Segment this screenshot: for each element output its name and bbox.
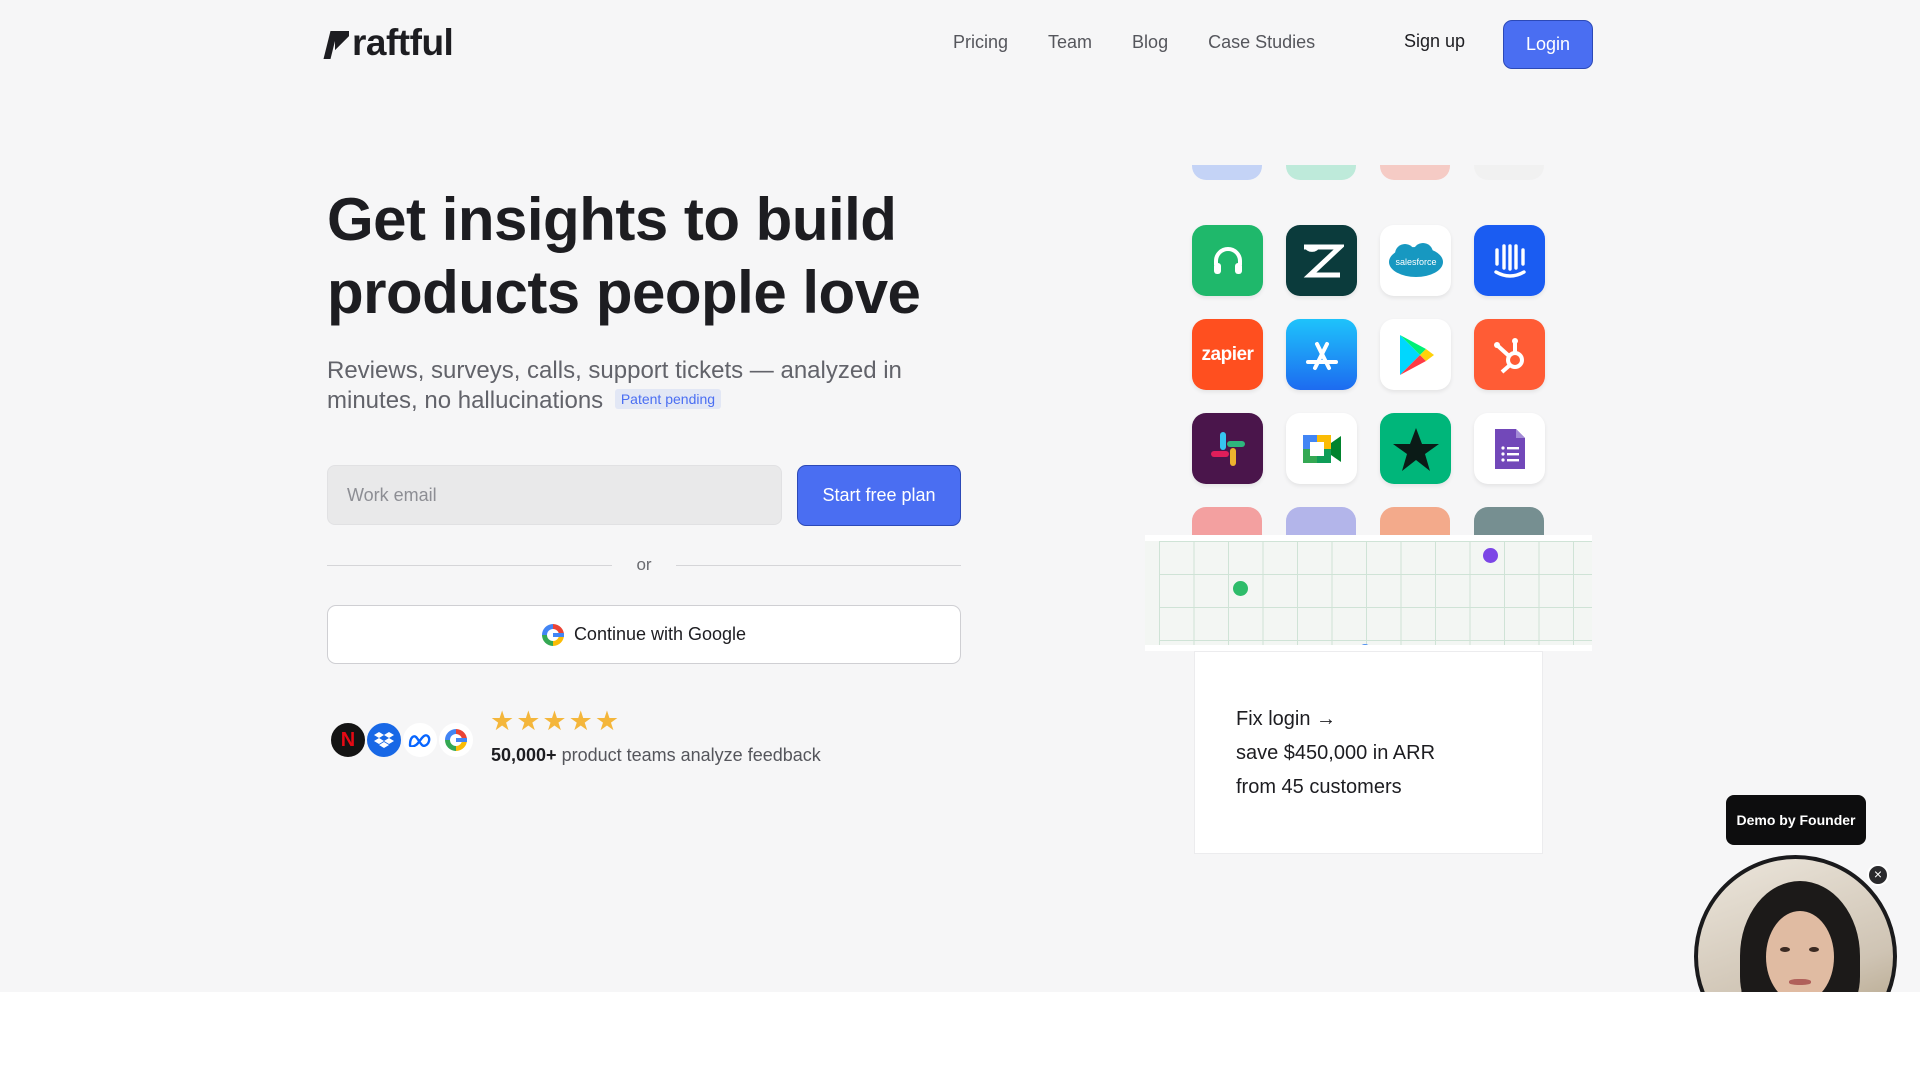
nav-link-pricing[interactable]: Pricing: [953, 32, 1008, 53]
or-divider: or: [327, 553, 961, 577]
google-g-icon: [445, 729, 467, 751]
insight-line-1: Fix login →: [1236, 708, 1337, 730]
signup-link[interactable]: Sign up: [1404, 31, 1465, 52]
google-forms-icon: [1474, 413, 1545, 484]
google-meet-icon: [1286, 413, 1357, 484]
integrations-grid: salesforce zapier: [1185, 165, 1605, 535]
google-logo-icon: [437, 721, 475, 759]
teams-label: product teams analyze feedback: [561, 745, 821, 765]
founder-mouth: [1789, 979, 1811, 985]
google-icon: [541, 623, 564, 646]
top-nav: raftful Pricing Team Blog Case Studies S…: [0, 0, 1920, 88]
headset-icon: [1192, 225, 1263, 296]
google-play-icon: [1380, 319, 1451, 390]
integration-ghost-tile: [1286, 507, 1356, 535]
nav-link-blog[interactable]: Blog: [1132, 32, 1168, 53]
meta-logo-icon: [401, 721, 439, 759]
continue-with-google-button[interactable]: Continue with Google: [327, 605, 961, 664]
zapier-logo-text: zapier: [1201, 343, 1254, 365]
feedback-scatter-grid: [1145, 535, 1592, 651]
slack-icon: [1192, 413, 1263, 484]
work-email-input[interactable]: [327, 465, 782, 525]
salesforce-logo-text: salesforce: [1395, 257, 1436, 267]
integration-ghost-tile: [1474, 507, 1544, 535]
insight-line-3: from 45 customers: [1236, 776, 1402, 798]
dropbox-logo-icon: [365, 721, 403, 759]
grid-lines: [1159, 541, 1592, 645]
zapier-icon: zapier: [1192, 319, 1263, 390]
purple-data-dot: [1483, 548, 1498, 563]
integration-ghost-tile: [1192, 165, 1262, 180]
founder-face: [1766, 911, 1834, 1003]
app-store-icon: [1286, 319, 1357, 390]
nav-link-team[interactable]: Team: [1048, 32, 1092, 53]
login-button[interactable]: Login: [1503, 20, 1593, 69]
close-video-icon[interactable]: ×: [1867, 864, 1889, 886]
nav-link-case-studies[interactable]: Case Studies: [1208, 32, 1315, 53]
insight-card: Fix login → save $450,000 in ARR from 45…: [1194, 651, 1543, 854]
trustpilot-icon: [1380, 413, 1451, 484]
salesforce-icon: salesforce: [1380, 225, 1451, 296]
nav-links: Pricing Team Blog Case Studies: [953, 32, 1315, 53]
teams-count: 50,000+: [491, 745, 557, 765]
insight-line-2: save $450,000 in ARR: [1236, 742, 1436, 764]
demo-by-founder-label[interactable]: Demo by Founder: [1726, 795, 1866, 845]
zendesk-icon: [1286, 225, 1357, 296]
k-logo-mark-icon: [327, 27, 351, 59]
founder-eye: [1780, 947, 1790, 952]
brand-name: raftful: [352, 22, 454, 63]
customer-logos: N: [329, 721, 475, 759]
hubspot-icon: [1474, 319, 1545, 390]
next-section-band: [0, 992, 1920, 1080]
hero-title: Get insights to build products people lo…: [327, 186, 921, 326]
google-button-label: Continue with Google: [573, 624, 747, 644]
patent-badge: Patent pending: [614, 389, 722, 409]
divider-line-right: [675, 564, 961, 566]
blue-data-dot: [1359, 644, 1371, 645]
start-free-plan-button[interactable]: Start free plan: [797, 465, 961, 526]
teams-count-text: 50,000+ product teams analyze feedback: [491, 745, 821, 766]
brand-logo[interactable]: raftful: [327, 22, 454, 64]
or-label: or: [636, 555, 652, 574]
founder-eye: [1809, 947, 1819, 952]
integration-ghost-tile: [1192, 507, 1262, 535]
hero-subtitle: Reviews, surveys, calls, support tickets…: [327, 356, 977, 416]
integration-ghost-tile: [1380, 165, 1450, 180]
integration-ghost-tile: [1380, 507, 1450, 535]
netflix-logo-icon: N: [329, 721, 367, 759]
green-data-dot: [1233, 581, 1248, 596]
rating-stars-icon: ★★★★★: [490, 706, 622, 736]
integration-ghost-tile: [1286, 165, 1356, 180]
intercom-icon: [1474, 225, 1545, 296]
integration-ghost-tile: [1474, 165, 1544, 180]
divider-line-left: [327, 564, 613, 566]
